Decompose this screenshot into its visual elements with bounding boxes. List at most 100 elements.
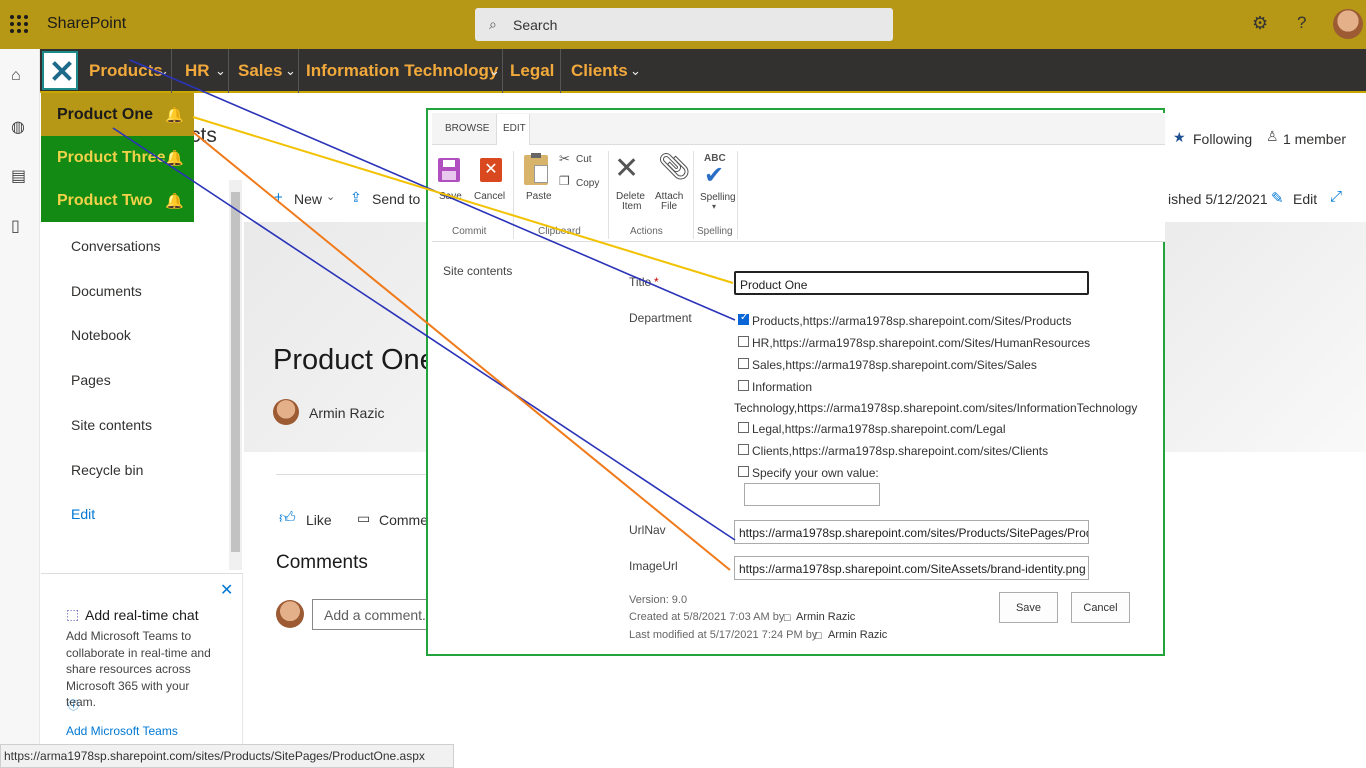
custom-value-input[interactable] [744, 483, 880, 506]
site-contents-link[interactable]: Site contents [443, 264, 512, 278]
info-icon[interactable]: ⓘ [68, 697, 79, 713]
leftnav-site-contents[interactable]: Site contents [71, 417, 152, 433]
dropdown-item-product-three[interactable]: Product Three 🔔 [41, 136, 194, 179]
ribbon-save-button[interactable]: Save [439, 191, 462, 202]
ribbon-copy-button[interactable]: Copy [576, 178, 599, 189]
leftnav-recycle-bin[interactable]: Recycle bin [71, 462, 143, 478]
settings-gear-icon[interactable]: ⚙ [1252, 13, 1268, 34]
dropdown-item-label: Product Two [57, 192, 153, 209]
imageurl-input[interactable]: https://arma1978sp.sharepoint.com/SiteAs… [734, 556, 1089, 580]
document-icon[interactable]: ▯ [11, 216, 20, 236]
nav-sales[interactable]: Sales [238, 61, 282, 81]
dept-custom-checkbox[interactable] [738, 466, 749, 477]
add-teams-link[interactable]: Add Microsoft Teams [66, 724, 178, 738]
dept-products-checkbox[interactable] [738, 312, 749, 325]
app-name[interactable]: SharePoint [47, 15, 126, 33]
app-bar: ⌂ ◍ ▤ ▯ [0, 49, 40, 768]
search-icon: ⌕ [489, 16, 497, 32]
members-button[interactable]: 1 member [1283, 131, 1346, 147]
globe-icon[interactable]: ◍ [11, 117, 25, 137]
ribbon: BROWSE EDIT Save ✕ Cancel Paste ✂ Cut ❐ … [432, 113, 1165, 242]
search-input[interactable]: ⌕ Search [475, 8, 893, 41]
title-input[interactable]: Product One [734, 271, 1089, 295]
urlnav-input[interactable]: https://arma1978sp.sharepoint.com/sites/… [734, 520, 1089, 544]
user-presence-icon: ☐ [783, 613, 792, 623]
add-icon: + [274, 189, 283, 206]
following-button[interactable]: Following [1193, 131, 1252, 147]
dept-sales-checkbox[interactable] [738, 358, 749, 369]
dept-legal-checkbox[interactable] [738, 422, 749, 433]
news-icon[interactable]: ▤ [11, 166, 26, 186]
ribbon-cut-button[interactable]: Cut [576, 154, 592, 165]
cancel-button[interactable]: Cancel [1071, 592, 1130, 623]
close-icon[interactable]: ✕ [220, 580, 233, 600]
user-avatar[interactable] [1333, 9, 1363, 39]
leftnav-notebook[interactable]: Notebook [71, 327, 131, 343]
ribbon-cancel-button[interactable]: Cancel [474, 191, 505, 202]
help-icon[interactable]: ? [1297, 13, 1306, 33]
tab-edit[interactable]: EDIT [503, 123, 526, 134]
created-by-link[interactable]: Armin Razic [796, 611, 855, 623]
scissors-icon: ✂ [559, 151, 570, 166]
dropdown-item-product-one[interactable]: Product One 🔔 [41, 93, 194, 136]
leftnav-pages[interactable]: Pages [71, 372, 111, 388]
dept-hr-text: HR,https://arma1978sp.sharepoint.com/Sit… [752, 336, 1091, 350]
dept-it-checkbox[interactable] [738, 380, 749, 391]
leftnav-edit-link[interactable]: Edit [71, 506, 95, 522]
ribbon-attach-line2[interactable]: File [661, 201, 677, 212]
nav-products[interactable]: Products [89, 61, 163, 81]
leftnav-conversations[interactable]: Conversations [71, 238, 161, 254]
version-text: Version: 9.0 [629, 594, 688, 606]
chevron-down-icon[interactable]: ⌄ [630, 63, 641, 79]
site-title[interactable]: cts [190, 124, 217, 148]
nav-clients[interactable]: Clients [571, 61, 628, 81]
nav-legal[interactable]: Legal [510, 61, 554, 81]
chevron-down-icon[interactable]: ⌄ [158, 63, 169, 79]
home-icon[interactable]: ⌂ [11, 67, 21, 85]
chevron-down-icon[interactable]: ⌄ [215, 63, 226, 79]
chevron-down-icon[interactable]: ⌄ [489, 63, 500, 79]
group-clipboard: Clipboard [538, 226, 581, 237]
group-spelling: Spelling [697, 226, 733, 237]
dept-hr-checkbox[interactable] [738, 336, 749, 347]
delete-x-icon: ✕ [614, 152, 640, 185]
chevron-down-icon[interactable]: ▾ [712, 202, 716, 211]
leftnav-documents[interactable]: Documents [71, 283, 142, 299]
nav-information-technology[interactable]: Information Technology [306, 61, 498, 81]
site-logo[interactable] [42, 51, 78, 90]
new-button[interactable]: New [294, 191, 322, 207]
chevron-down-icon[interactable]: ⌄ [326, 190, 335, 203]
comment-input[interactable]: Add a comment. T [312, 599, 432, 630]
bell-icon: 🔔 [165, 150, 184, 167]
ribbon-divider [513, 151, 514, 239]
cancel-x-icon: ✕ [480, 158, 502, 182]
author-avatar[interactable] [273, 399, 299, 425]
modified-by-link[interactable]: Armin Razic [828, 629, 887, 641]
nav-divider [228, 49, 229, 93]
created-text: Created at 5/8/2021 7:03 AM by [629, 611, 785, 623]
edit-page-button[interactable]: Edit [1293, 191, 1317, 207]
search-placeholder: Search [513, 17, 558, 33]
author-name[interactable]: Armin Razic [309, 405, 384, 421]
send-to-button[interactable]: Send to [372, 191, 420, 207]
nav-divider [171, 49, 172, 93]
copy-icon: ❐ [559, 174, 570, 188]
chevron-down-icon[interactable]: ⌄ [285, 63, 296, 79]
hub-navigation: Products ⌄ HR ⌄ Sales ⌄ Information Tech… [40, 49, 1366, 93]
like-button[interactable]: Like [306, 512, 332, 528]
group-actions: Actions [630, 226, 663, 237]
dept-clients-checkbox[interactable] [738, 444, 749, 455]
ribbon-spelling-button[interactable]: Spelling [700, 192, 736, 203]
app-launcher-icon[interactable] [10, 15, 28, 33]
tab-browse[interactable]: BROWSE [445, 123, 489, 134]
save-button[interactable]: Save [999, 592, 1058, 623]
dept-products-text: Products,https://arma1978sp.sharepoint.c… [752, 314, 1072, 328]
nav-hr[interactable]: HR [185, 61, 210, 81]
ribbon-delete-line2[interactable]: Item [622, 201, 641, 212]
ribbon-paste-button[interactable]: Paste [526, 191, 552, 202]
expand-icon[interactable]: ⤢ [1330, 188, 1342, 205]
dept-legal-text: Legal,https://arma1978sp.sharepoint.com/… [752, 422, 1006, 436]
dropdown-item-label: Product Three [57, 149, 166, 166]
dropdown-item-product-two[interactable]: Product Two 🔔 [41, 179, 194, 222]
leftnav-scrollbar[interactable] [229, 180, 242, 570]
